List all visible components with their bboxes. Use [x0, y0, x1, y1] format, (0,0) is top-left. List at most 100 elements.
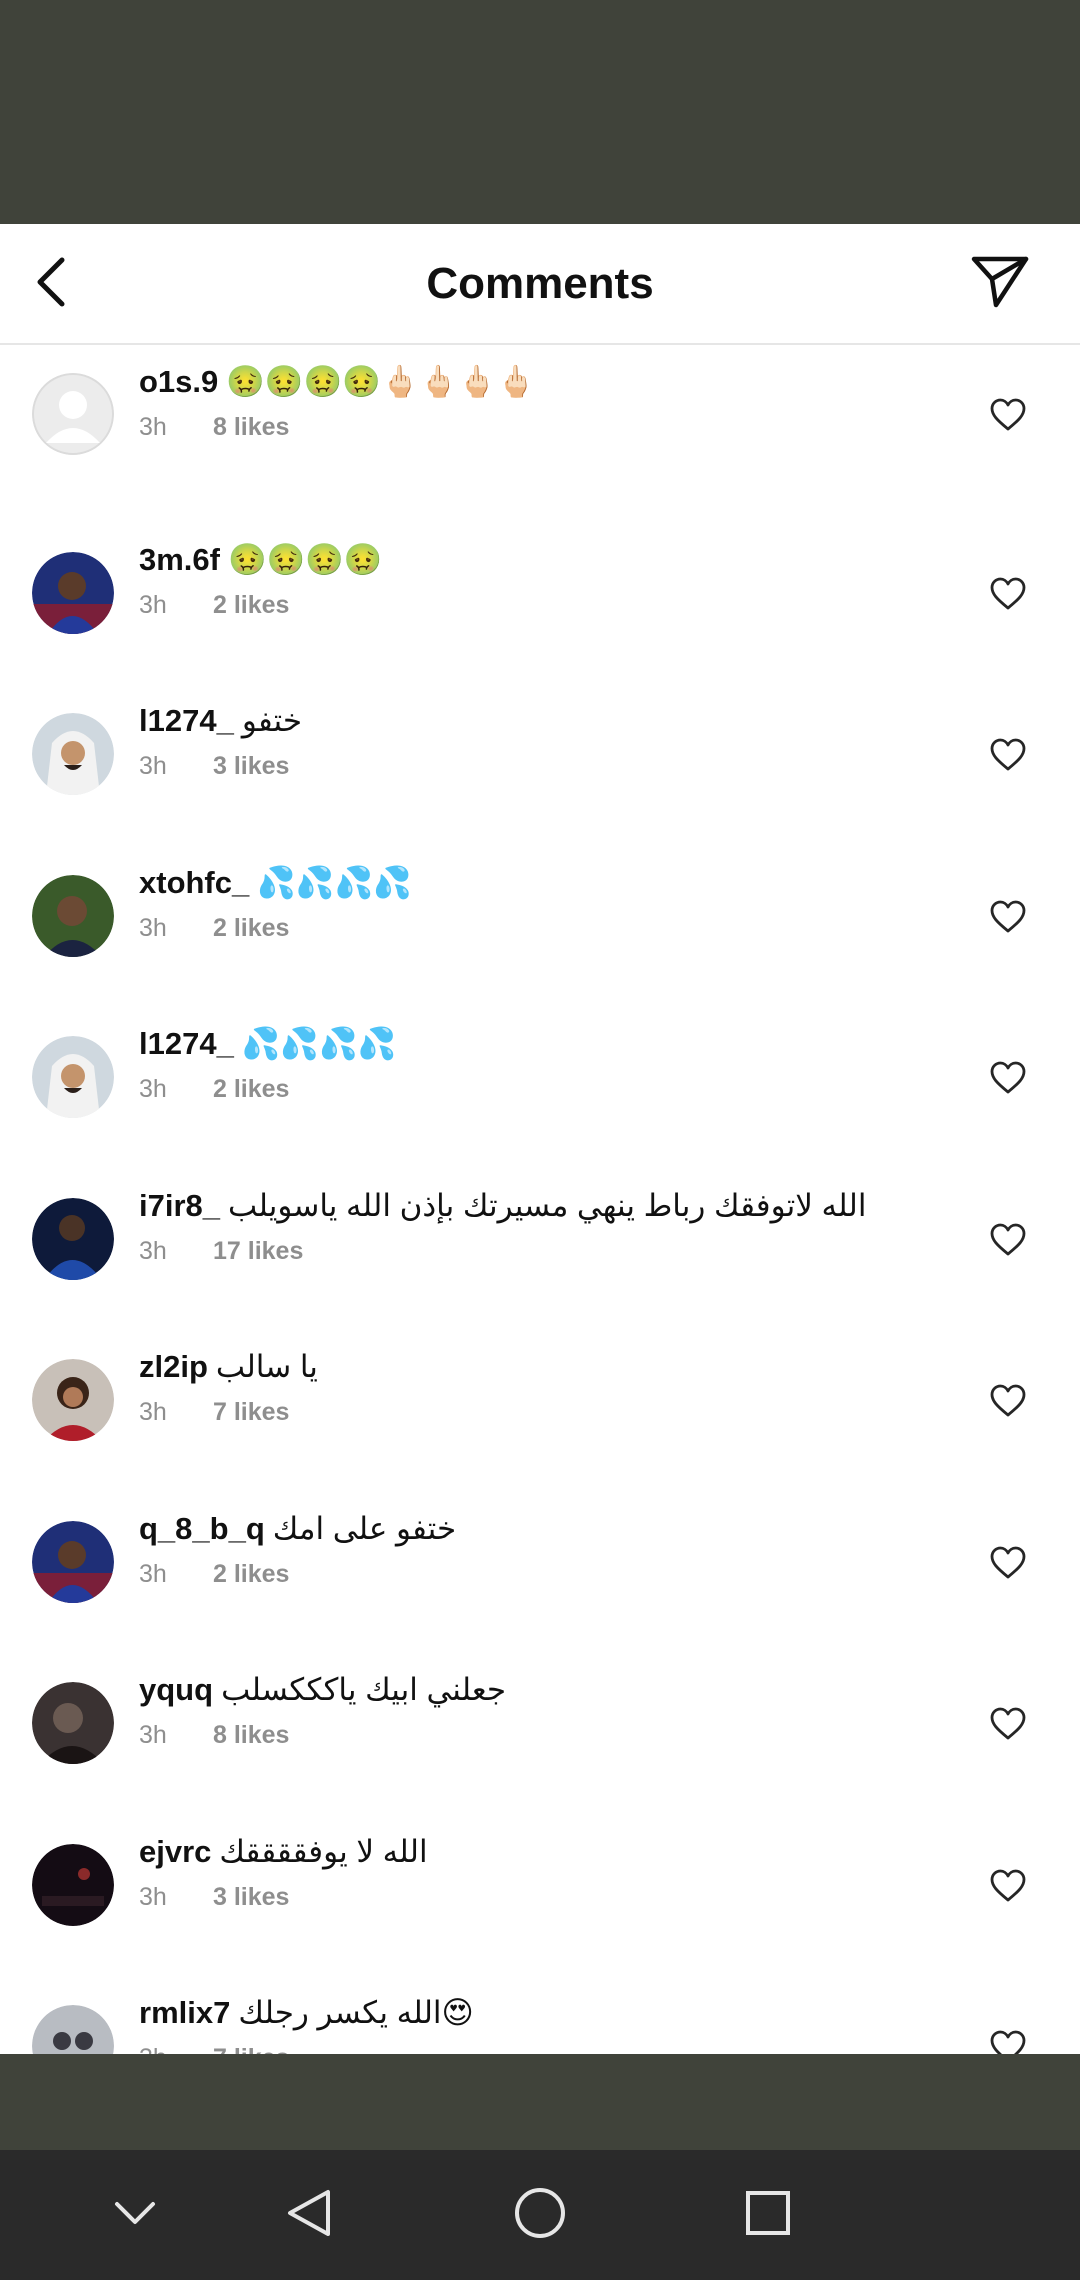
- comment-meta: 3h 8 likes: [139, 412, 289, 442]
- comment-body: i7ir8_ الله لاتوفقك رباط ينهي مسيرتك بإذن…: [139, 1186, 866, 1226]
- comment-time: 3h: [139, 1398, 167, 1426]
- comment-body: rmlix7 الله يكسر رجلك😍: [139, 1993, 474, 2033]
- heart-outline-icon: [990, 577, 1026, 615]
- comment-likes[interactable]: 17 likes: [213, 1237, 303, 1265]
- comment-body: zl2ip يا سالب: [139, 1347, 318, 1387]
- heart-outline-icon: [990, 900, 1026, 938]
- comment-text: 💦💦💦💦: [241, 1026, 397, 1061]
- comment-row: rmlix7الله يكسر رجلك😍 3h7 likes: [0, 1960, 1080, 2054]
- comment-username[interactable]: zl2ip: [139, 1349, 208, 1384]
- comment-meta: 3h 2 likes: [139, 913, 289, 943]
- comment-time: 3h: [139, 752, 167, 780]
- comment-time: 3h: [139, 1882, 167, 1911]
- status-area-scrim: [0, 0, 1080, 224]
- page-title: Comments: [426, 259, 654, 308]
- comment-likes[interactable]: 2 likes: [213, 1075, 289, 1103]
- comment-body: o1s.9 🤢🤢🤢🤢🖕🏻🖕🏻🖕🏻🖕🏻: [139, 362, 535, 402]
- nav-collapse-button[interactable]: [95, 2175, 175, 2255]
- comment-username[interactable]: o1s.9: [139, 364, 218, 399]
- avatar[interactable]: [32, 1036, 114, 1118]
- avatar[interactable]: [32, 1843, 114, 1926]
- comment-username[interactable]: 3m.6f: [139, 542, 220, 577]
- avatar[interactable]: [32, 874, 114, 957]
- comment-username[interactable]: yquq: [139, 1672, 213, 1707]
- comment-row: 3m.6f 🤢🤢🤢🤢 3h 2 likes: [0, 507, 1080, 669]
- comment-time: 3h: [139, 913, 167, 942]
- nav-back-button[interactable]: [268, 2175, 348, 2255]
- comment-text: 💦💦💦💦: [257, 864, 412, 900]
- like-button[interactable]: [990, 1546, 1026, 1580]
- system-navigation-bar: [0, 2150, 1080, 2280]
- comment-likes[interactable]: 8 likes: [213, 413, 289, 441]
- comment-username[interactable]: ejvrc: [139, 1834, 211, 1869]
- like-button[interactable]: [990, 738, 1026, 772]
- nav-recents-button[interactable]: [728, 2175, 808, 2255]
- comment-meta: 3h7 likes: [139, 2043, 289, 2054]
- avatar[interactable]: [32, 1520, 114, 1603]
- heart-outline-icon: [990, 1546, 1026, 1584]
- comment-likes[interactable]: 7 likes: [213, 2044, 289, 2054]
- comment-likes[interactable]: 3 likes: [213, 1883, 289, 1911]
- nav-home-button[interactable]: [500, 2175, 580, 2255]
- comment-time: 3h: [139, 2043, 213, 2054]
- comment-likes[interactable]: 2 likes: [213, 914, 289, 942]
- comment-username[interactable]: xtohfc_: [139, 865, 249, 900]
- comments-sheet: Comments o1s.9 🤢🤢🤢🤢🖕🏻🖕🏻🖕🏻🖕🏻 3h 8 likes 3m.6f…: [0, 224, 1080, 2054]
- comment-meta: 3h 3 likes: [139, 751, 289, 781]
- comment-row: zl2ip يا سالب 3h 7 likes: [0, 1314, 1080, 1476]
- comment-row: o1s.9 🤢🤢🤢🤢🖕🏻🖕🏻🖕🏻🖕🏻 3h 8 likes: [0, 345, 1080, 507]
- comment-row: q_8_b_q ختفو على امك 3h 2 likes: [0, 1476, 1080, 1638]
- like-button[interactable]: [990, 1707, 1026, 1741]
- comment-likes[interactable]: 2 likes: [213, 1560, 289, 1588]
- comment-text: 🤢🤢🤢🤢: [227, 541, 383, 577]
- comment-text: الله لاتوفقك رباط ينهي مسيرتك بإذن الله …: [228, 1187, 867, 1223]
- comment-username[interactable]: i7ir8_: [139, 1188, 220, 1223]
- comment-row: l1274_ ختفو 3h 3 likes: [0, 668, 1080, 830]
- like-button[interactable]: [990, 577, 1026, 611]
- comment-time: 3h: [139, 1721, 167, 1749]
- comment-username[interactable]: l1274_: [139, 1026, 234, 1061]
- avatar[interactable]: [32, 1359, 114, 1441]
- like-button[interactable]: [990, 1061, 1026, 1095]
- comment-list: o1s.9 🤢🤢🤢🤢🖕🏻🖕🏻🖕🏻🖕🏻 3h 8 likes 3m.6f 🤢🤢🤢🤢 3h 2 l…: [0, 345, 1080, 2054]
- comment-username[interactable]: rmlix7: [139, 1995, 230, 2030]
- comment-likes[interactable]: 8 likes: [213, 1721, 289, 1749]
- comment-time: 3h: [139, 1236, 167, 1265]
- comment-username[interactable]: q_8_b_q: [139, 1511, 265, 1546]
- comment-meta: 3h 7 likes: [139, 1397, 289, 1427]
- comment-likes[interactable]: 3 likes: [213, 752, 289, 780]
- like-button[interactable]: [990, 900, 1026, 934]
- heart-outline-icon: [990, 1384, 1026, 1422]
- circle-home-icon: [513, 2186, 567, 2245]
- comment-username[interactable]: l1274_: [139, 703, 234, 738]
- avatar[interactable]: [32, 551, 114, 634]
- avatar[interactable]: [32, 373, 114, 455]
- heart-outline-icon: [990, 398, 1026, 436]
- comment-likes[interactable]: 7 likes: [213, 1398, 289, 1426]
- avatar[interactable]: [32, 713, 114, 795]
- avatar[interactable]: [32, 1197, 114, 1280]
- share-button[interactable]: [968, 252, 1032, 316]
- comment-text: ختفو على امك: [272, 1510, 457, 1546]
- heart-outline-icon: [990, 1223, 1026, 1261]
- paper-plane-icon: [971, 255, 1029, 314]
- avatar[interactable]: [32, 2005, 114, 2054]
- avatar[interactable]: [32, 1682, 114, 1764]
- square-recents-icon: [745, 2190, 791, 2241]
- comment-meta: 3h 3 likes: [139, 1882, 289, 1912]
- comment-body: q_8_b_q ختفو على امك: [139, 1509, 456, 1549]
- comment-likes[interactable]: 2 likes: [213, 591, 289, 619]
- like-button[interactable]: [990, 398, 1026, 432]
- like-button[interactable]: [990, 2030, 1026, 2054]
- comment-text: ختفو: [241, 703, 303, 738]
- chevron-down-icon: [113, 2199, 157, 2232]
- comment-text: جعلني ابيك ياكككسلب: [221, 1672, 507, 1707]
- comment-body: xtohfc_ 💦💦💦💦: [139, 863, 412, 903]
- comment-row: yquq جعلني ابيك ياكككسلب 3h 8 likes: [0, 1637, 1080, 1799]
- like-button[interactable]: [990, 1384, 1026, 1418]
- heart-outline-icon: [990, 738, 1026, 776]
- comment-row: xtohfc_ 💦💦💦💦 3h 2 likes: [0, 830, 1080, 992]
- like-button[interactable]: [990, 1869, 1026, 1903]
- like-button[interactable]: [990, 1223, 1026, 1257]
- comment-time: 3h: [139, 1559, 167, 1588]
